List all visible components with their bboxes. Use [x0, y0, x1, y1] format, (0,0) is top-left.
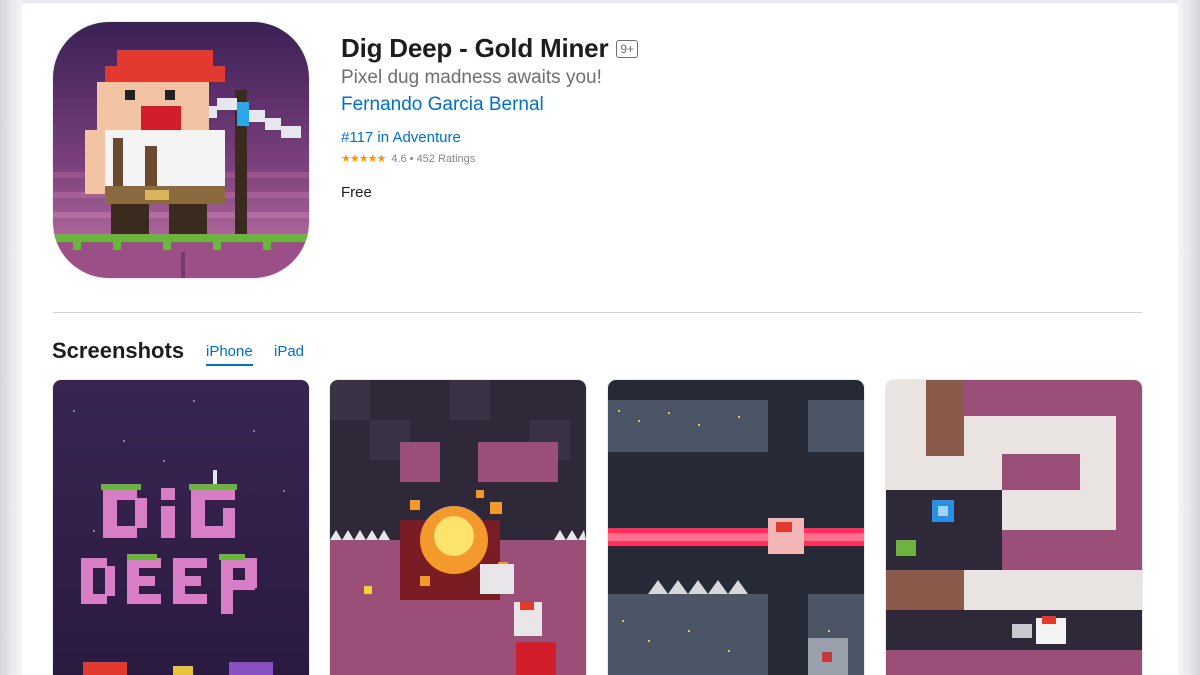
age-rating-badge: 9+ — [616, 39, 639, 58]
category-rank-link[interactable]: #117 in Adventure — [341, 129, 461, 146]
app-title-row: Dig Deep - Gold Miner 9+ — [341, 33, 639, 64]
screenshot-1[interactable] — [53, 380, 309, 675]
screenshots-heading: Screenshots — [52, 338, 185, 363]
blurred-margin-left — [0, 0, 22, 675]
price-label: Free — [341, 184, 372, 201]
star-rating-icon: ★★★★★ — [341, 153, 386, 165]
app-subtitle: Pixel dug madness awaits you! — [341, 67, 602, 88]
rating-text: 4.6 • 452 Ratings — [391, 152, 476, 165]
app-icon — [53, 22, 309, 278]
blurred-margin-right — [1178, 0, 1200, 675]
section-divider — [53, 312, 1142, 313]
screenshot-4[interactable] — [886, 380, 1142, 675]
tab-iphone[interactable]: iPhone — [206, 343, 253, 366]
rating-row: ★★★★★ 4.6 • 452 Ratings — [341, 152, 476, 166]
tab-ipad[interactable]: iPad — [274, 343, 304, 364]
app-title: Dig Deep - Gold Miner — [341, 33, 609, 63]
app-store-page: Dig Deep - Gold Miner 9+ Pixel dug madne… — [22, 3, 1178, 675]
screenshot-2[interactable] — [330, 380, 586, 675]
screenshot-3[interactable] — [608, 380, 864, 675]
developer-link[interactable]: Fernando Garcia Bernal — [341, 94, 544, 116]
